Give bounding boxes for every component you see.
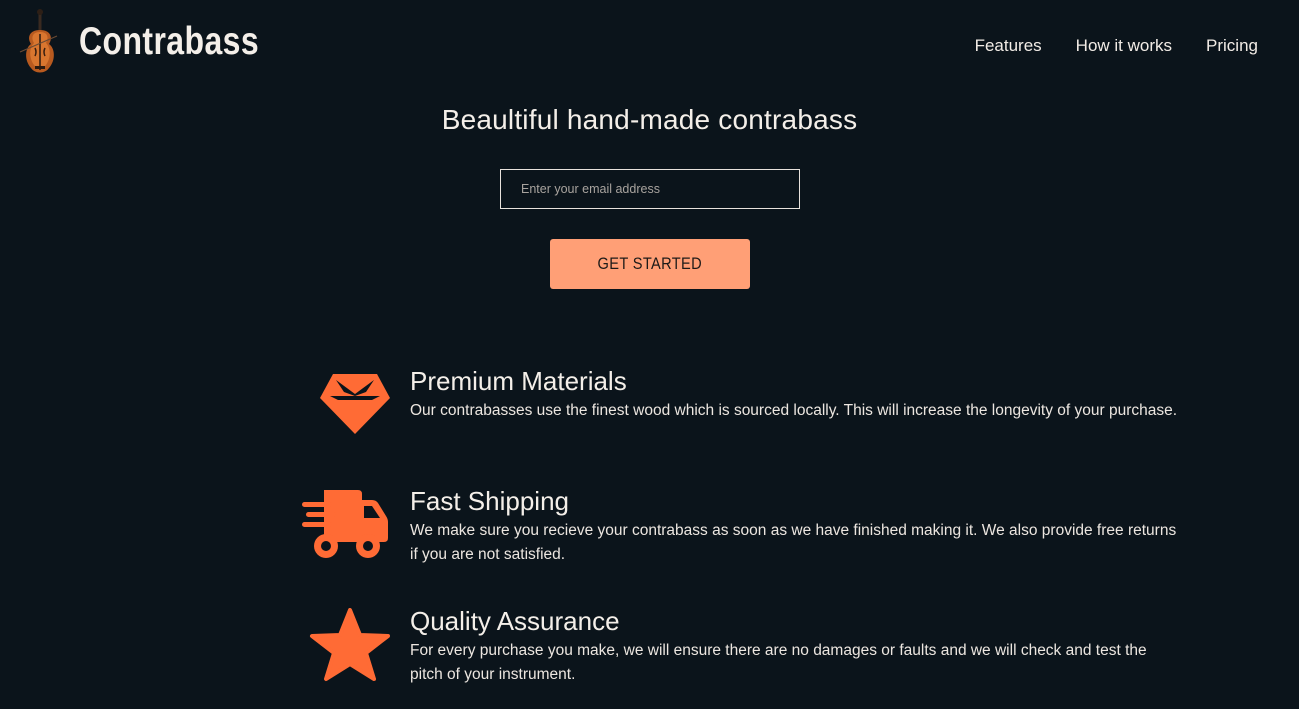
hero-title: Beaultiful hand-made contrabass [441, 104, 858, 135]
nav-link-how-it-works[interactable]: How it works [1076, 36, 1172, 56]
feature-description: We make sure you recieve your contrabass… [410, 522, 1177, 563]
feature-title: Fast Shipping [410, 486, 569, 516]
get-started-label: GET STARTED [597, 254, 703, 273]
feature-description: For every purchase you make, we will ens… [410, 642, 1147, 683]
feature-fast-shipping: Fast Shipping We make sure you recieve y… [300, 486, 1180, 578]
main-nav: Features How it works Pricing [975, 36, 1258, 56]
nav-link-pricing[interactable]: Pricing [1206, 36, 1258, 56]
feature-quality-assurance: Quality Assurance For every purchase you… [300, 606, 1180, 698]
feature-title: Premium Materials [410, 366, 627, 396]
get-started-button[interactable]: GET STARTED [550, 239, 750, 289]
feature-premium-materials: Premium Materials Our contrabasses use t… [300, 366, 1180, 458]
feature-title: Quality Assurance [410, 606, 620, 636]
brand-name[interactable]: Contrabass [79, 20, 259, 64]
truck-fast-icon [302, 490, 388, 558]
feature-description: Our contrabasses use the finest wood whi… [410, 402, 1178, 419]
email-input[interactable] [500, 169, 800, 209]
star-icon [310, 608, 390, 681]
site-header: Contrabass Features How it works Pricing [0, 0, 1299, 92]
gem-icon [320, 374, 390, 434]
nav-link-features[interactable]: Features [975, 36, 1042, 56]
contrabass-logo-icon[interactable] [17, 8, 63, 78]
